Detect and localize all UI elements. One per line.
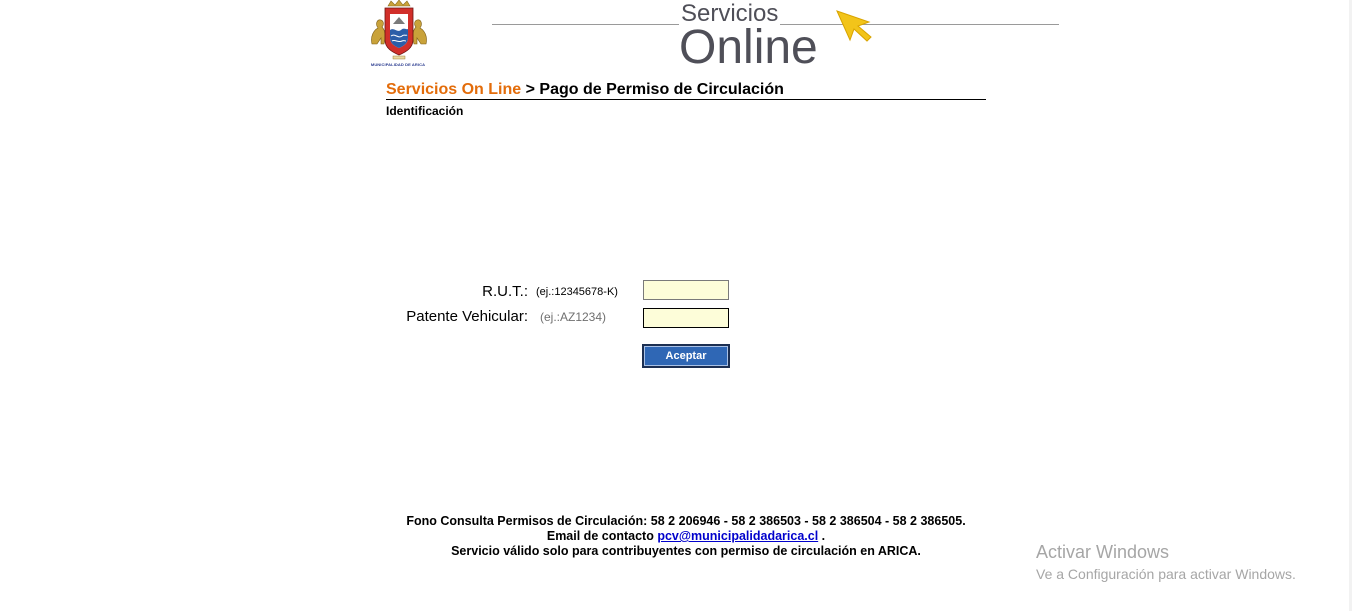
footer-email-suffix: .: [818, 529, 826, 543]
footer-phone-line: Fono Consulta Permisos de Circulación: 5…: [406, 514, 966, 528]
breadcrumb-separator: >: [521, 81, 540, 98]
patente-hint: (ej.:AZ1234): [540, 310, 607, 324]
section-label: Identificación: [386, 104, 464, 118]
rut-label: R.U.T.:: [482, 283, 528, 300]
breadcrumb-link-servicios[interactable]: Servicios On Line: [386, 81, 521, 98]
logo-caption: MUNICIPALIDAD DE ARICA: [370, 62, 426, 67]
patente-input[interactable]: [643, 308, 729, 328]
footer: Fono Consulta Permisos de Circulación: 5…: [336, 514, 1036, 559]
rut-hint: (ej.:12345678-K): [536, 286, 618, 298]
footer-notice: Servicio válido solo para contribuyentes…: [451, 544, 921, 558]
municipality-logo: [366, 0, 432, 70]
header-title-online: Online: [679, 21, 818, 74]
rut-input[interactable]: [643, 280, 729, 300]
windows-activation-title: Activar Windows: [1036, 542, 1170, 562]
contact-email-link[interactable]: pcv@municipalidadarica.cl: [657, 529, 818, 543]
cursor-arrow-icon: [834, 8, 874, 48]
breadcrumb-current-page: Pago de Permiso de Circulación: [539, 81, 784, 98]
footer-email-line: Email de contacto pcv@municipalidadarica…: [336, 529, 1036, 544]
windows-activation-subtitle: Ve a Configuración para activar Windows.: [1036, 566, 1296, 582]
breadcrumb: Servicios On Line > Pago de Permiso de C…: [386, 81, 986, 100]
patente-label: Patente Vehicular:: [406, 308, 528, 325]
accept-button[interactable]: Aceptar: [642, 344, 730, 368]
footer-email-prefix: Email de contacto: [546, 529, 658, 543]
coat-of-arms-icon: [371, 0, 427, 60]
